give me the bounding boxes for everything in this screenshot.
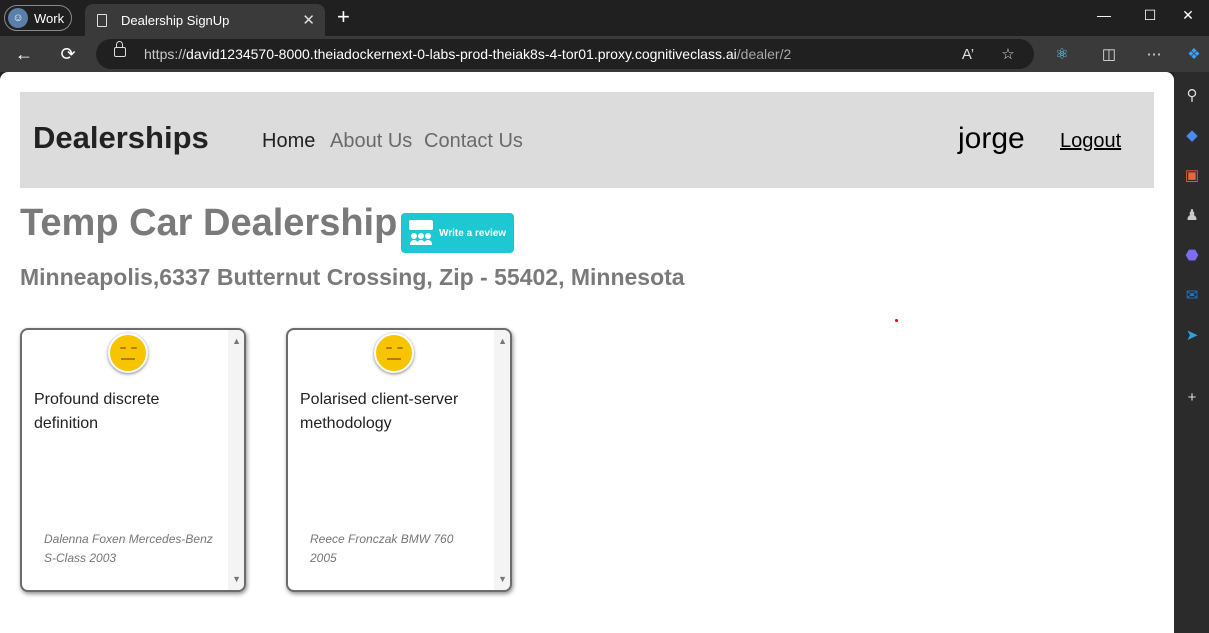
browser-tab-bar: ☺ Work Dealership SignUp ✕ + — ☐ ✕	[0, 0, 1209, 36]
tab-title: Dealership SignUp	[121, 12, 230, 28]
outlook-icon[interactable]: ✉	[1181, 284, 1203, 306]
more-options-icon[interactable]: ⋯	[1142, 42, 1166, 66]
nav-contact-link[interactable]: Contact Us	[424, 130, 523, 153]
minimize-button[interactable]: —	[1081, 0, 1127, 30]
read-aloud-icon[interactable]: A’	[956, 42, 980, 66]
refresh-button[interactable]: ⟳	[56, 42, 80, 66]
scroll-up-icon[interactable]: ▲	[498, 336, 507, 346]
write-review-label: Write a review	[439, 227, 507, 239]
scroll-down-icon[interactable]: ▼	[498, 574, 507, 584]
new-tab-button[interactable]: +	[337, 4, 350, 30]
avatar: ☺	[8, 8, 28, 28]
close-tab-icon[interactable]: ✕	[302, 11, 315, 29]
review-people-icon	[409, 220, 433, 246]
lock-icon	[114, 41, 126, 57]
logout-link[interactable]: Logout	[1060, 130, 1121, 153]
review-text: Profound discrete definition	[34, 391, 160, 432]
card-scrollbar[interactable]: ▲ ▼	[228, 330, 244, 590]
review-text: Polarised client-server methodology	[300, 391, 459, 432]
back-button[interactable]: ←	[12, 42, 36, 66]
neutral-sentiment-icon	[108, 333, 148, 373]
review-card: ▲ ▼ Profound discrete definition Dalenna…	[20, 328, 246, 592]
dealer-address: Minneapolis,6337 Butternut Crossing, Zip…	[20, 264, 685, 290]
reviewer-info: Reece Fronczak BMW 760 2005	[310, 532, 454, 565]
cursor-dot	[895, 319, 898, 322]
profile-button[interactable]: ☺ Work	[4, 5, 72, 31]
favorite-star-icon[interactable]: ☆	[996, 42, 1020, 66]
page-icon	[97, 13, 107, 27]
url-field[interactable]: https://david1234570-8000.theiadockernex…	[96, 39, 1034, 69]
close-window-button[interactable]: ✕	[1165, 0, 1209, 30]
profile-label: Work	[34, 10, 65, 26]
neutral-sentiment-icon	[374, 333, 414, 373]
username: jorge	[958, 122, 1025, 155]
nav-home-link[interactable]: Home	[262, 130, 315, 153]
nav-about-link[interactable]: About Us	[330, 130, 412, 153]
games-icon[interactable]: ♟	[1181, 204, 1203, 226]
react-devtools-icon[interactable]: ⚛	[1050, 42, 1074, 66]
url-host: david1234570-8000.theiadockernext-0-labs…	[186, 46, 737, 62]
scroll-down-icon[interactable]: ▼	[232, 574, 241, 584]
site-navbar: Dealerships Home About Us Contact Us jor…	[20, 92, 1154, 188]
card-scrollbar[interactable]: ▲ ▼	[494, 330, 510, 590]
edge-sidebar: ⚲ ◆ ▣ ♟ ⬣ ✉ ➤ +	[1174, 72, 1209, 633]
tag-icon[interactable]: ◆	[1181, 124, 1203, 146]
dealer-name: Temp Car Dealership	[20, 202, 398, 244]
write-review-button[interactable]: Write a review	[401, 213, 514, 253]
split-screen-icon[interactable]: ◫	[1097, 42, 1121, 66]
scroll-up-icon[interactable]: ▲	[232, 336, 241, 346]
brand-link[interactable]: Dealerships	[33, 120, 209, 156]
page-content: Dealerships Home About Us Contact Us jor…	[0, 72, 1174, 633]
url-prefix: https://	[144, 46, 187, 62]
briefcase-icon[interactable]: ▣	[1181, 164, 1203, 186]
reviewer-info: Dalenna Foxen Mercedes-Benz S-Class 2003	[44, 532, 213, 565]
add-icon[interactable]: +	[1181, 386, 1203, 408]
url-path: /dealer/2	[736, 46, 792, 62]
review-card: ▲ ▼ Polarised client-server methodology …	[286, 328, 512, 592]
copilot-icon[interactable]: ❖	[1182, 42, 1206, 66]
copilot-sidebar-icon[interactable]: ⬣	[1181, 244, 1203, 266]
address-bar-row: ← ⟳ https://david1234570-8000.theiadocke…	[0, 36, 1209, 72]
send-icon[interactable]: ➤	[1181, 324, 1203, 346]
browser-tab[interactable]: Dealership SignUp ✕	[85, 4, 325, 36]
search-icon[interactable]: ⚲	[1181, 84, 1203, 106]
